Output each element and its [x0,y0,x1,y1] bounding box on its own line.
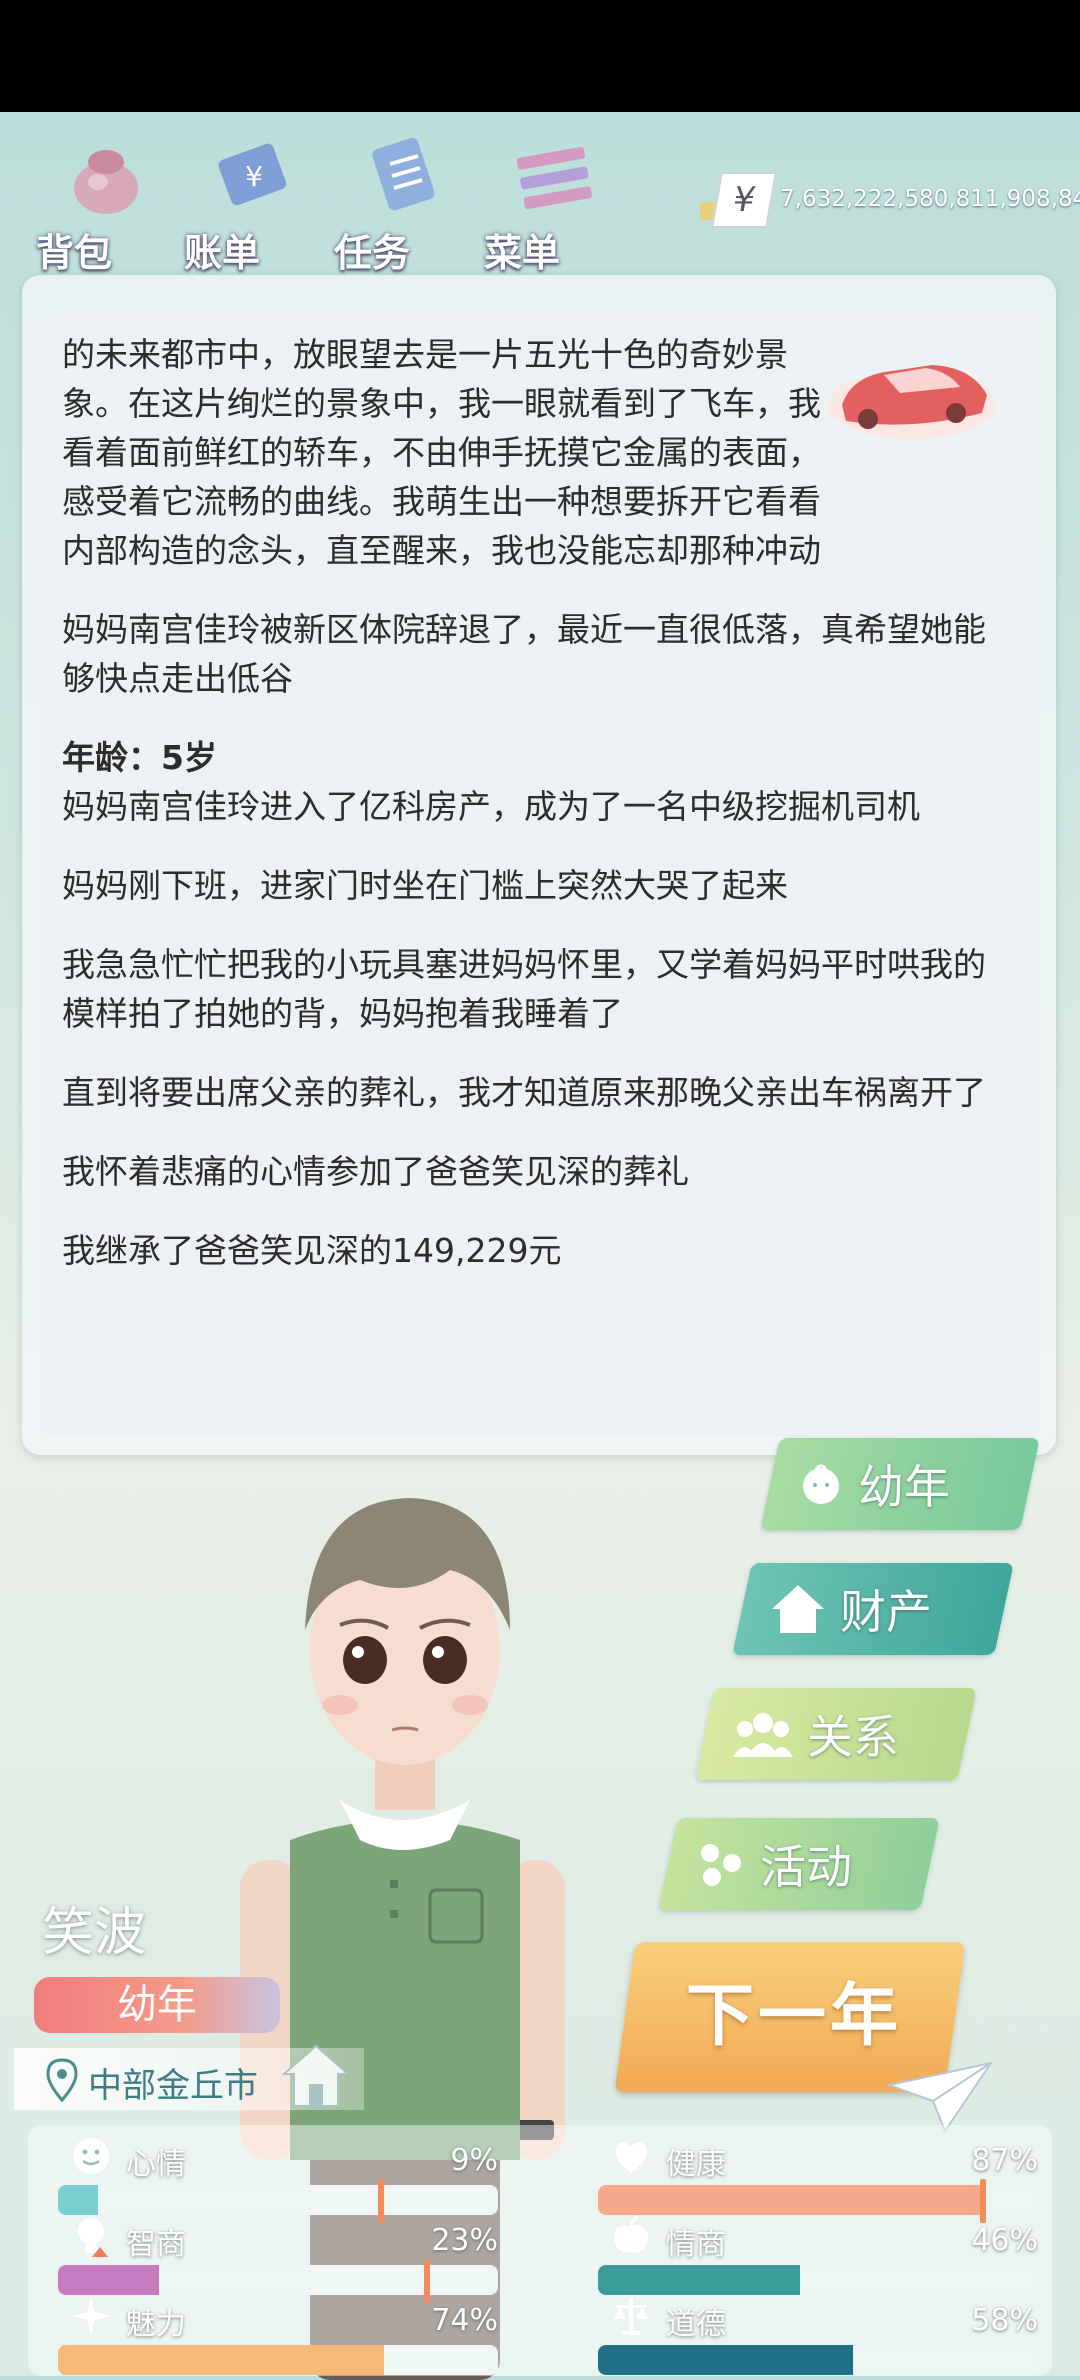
toolbar-bag-label: 背包 [36,231,113,275]
heart-icon [615,2142,647,2173]
status-bar [0,0,1080,112]
bill-icon: ¥ [218,143,287,206]
money-amount: 7,632,222,580,811,908,845 [780,186,1080,212]
stat-mood-fill [58,2185,98,2215]
stage-button[interactable]: 幼年 [760,1438,1040,1530]
stat-mood-value: 9% [450,2143,498,2178]
location-pin-icon [46,2058,78,2102]
stat-charm-bar [58,2345,498,2375]
bulb-icon [78,2218,108,2257]
sparkle-icon [72,2297,110,2335]
story-log: 的未来都市中，放眼望去是一片五光十色的奇妙景象。在这片绚烂的景象中，我一眼就看到… [62,330,1002,1305]
stat-iq[interactable]: 智商 23% [58,2215,498,2303]
stat-mood-label: 心情 [126,2147,186,2182]
stat-health-label: 健康 [666,2147,726,2182]
toolbar-bag-button[interactable]: 背包 [32,122,162,275]
stat-health-value: 87% [971,2143,1038,2178]
story-event: 直到将要出席父亲的葬礼，我才知道原来那晚父亲出车祸离开了 [62,1073,986,1112]
stat-morality[interactable]: 道德 58% [598,2295,1038,2375]
assets-button[interactable]: 财产 [732,1563,1014,1655]
next-year-label: 下一年 [686,1977,903,2056]
activities-button[interactable]: 活动 [658,1818,940,1910]
yen-icon: ¥ [711,172,777,228]
stat-eq[interactable]: 情商 46% [598,2215,1038,2295]
stat-morality-value: 58% [971,2303,1038,2338]
toolbar-menu-label: 菜单 [484,231,561,275]
character-name: 笑波 [42,1903,147,1963]
story-paragraph: 的未来都市中，放眼望去是一片五光十色的奇妙景象。在这片绚烂的景象中，我一眼就看到… [62,335,821,570]
stat-iq-label: 智商 [126,2227,186,2262]
stat-eq-fill [598,2265,801,2295]
age-heading: 年龄：5岁 [62,738,217,777]
baby-icon [803,1464,839,1504]
stat-eq-label: 情商 [666,2227,726,2262]
toolbar-task-button[interactable]: 任务 [330,122,460,275]
stat-charm-fill [58,2345,384,2375]
relations-button-label: 关系 [807,1710,899,1764]
stat-health-bar [598,2185,1038,2215]
top-toolbar: 背包 ¥ 账单 任务 菜单 ¥ 7,632,222,580,811,908,84… [0,112,1080,275]
stat-charm-value: 74% [431,2303,498,2338]
menu-icon [516,146,592,210]
stat-morality-bar [598,2345,1038,2375]
stat-mood-bar [58,2185,498,2215]
stage-button-label: 幼年 [858,1460,950,1514]
dots-icon [701,1844,741,1886]
apple-icon [614,2215,648,2253]
relations-button[interactable]: 关系 [695,1688,977,1780]
stat-eq-bar [598,2265,1038,2295]
stat-morality-label: 道德 [666,2307,726,2342]
location-label: 中部金丘市 [88,2066,258,2106]
bag-icon [74,150,138,214]
story-event: 妈妈刚下班，进家门时坐在门槛上突然大哭了起来 [62,866,788,905]
stat-mood[interactable]: 心情 9% [58,2135,498,2223]
story-event: 我急急忙忙把我的小玩具塞进妈妈怀里，又学着妈妈平时哄我的模样拍了拍她的背，妈妈抱… [62,945,986,1033]
stat-health-fill [598,2185,981,2215]
toolbar-bill-button[interactable]: ¥ 账单 [180,122,310,275]
stat-iq-fill [58,2265,160,2295]
people-icon [733,1713,793,1757]
scale-icon [614,2299,648,2335]
toolbar-bill-label: 账单 [184,231,261,275]
story-event: 我继承了爸爸笑见深的149,229元 [62,1231,562,1270]
story-event: 我怀着悲痛的心情参加了爸爸笑见深的葬礼 [62,1152,689,1191]
story-event: 妈妈南宫佳玲进入了亿科房产，成为了一名中级挖掘机司机 [62,787,920,826]
svg-text:¥: ¥ [245,160,263,193]
task-icon [372,137,435,211]
life-stage-badge: 幼年 [34,1977,280,2033]
stat-eq-value: 46% [971,2223,1038,2258]
stats-panel: 心情 9% 健康 87% 智商 23% 情商 46% 魅力 74% 道德 58% [28,2125,1052,2376]
story-paragraph: 妈妈南宫佳玲被新区体院辞退了，最近一直很低落，真希望她能够快点走出低谷 [62,610,986,698]
stat-charm[interactable]: 魅力 74% [58,2295,498,2375]
toolbar-menu-button[interactable]: 菜单 [480,122,610,275]
house-icon [772,1585,824,1633]
stat-iq-bar [58,2265,498,2295]
assets-button-label: 财产 [840,1585,932,1639]
stat-iq-value: 23% [431,2223,498,2258]
stat-health[interactable]: 健康 87% [598,2135,1038,2223]
paper-plane-icon [885,2061,994,2134]
stat-charm-label: 魅力 [126,2307,186,2342]
activities-button-label: 活动 [760,1840,852,1894]
home-icon[interactable] [280,2040,352,2112]
stat-morality-fill [598,2345,854,2375]
money-display[interactable]: ¥ 7,632,222,580,811,908,845 [700,172,1080,232]
toolbar-task-label: 任务 [334,231,411,275]
smile-icon [73,2138,109,2174]
